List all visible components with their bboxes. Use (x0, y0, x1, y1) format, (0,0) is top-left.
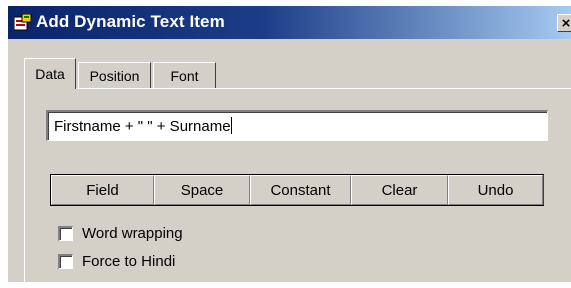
tab-data[interactable]: Data (24, 58, 76, 89)
tab-data-label: Data (35, 66, 65, 82)
close-icon: × (561, 14, 571, 32)
tab-position-label: Position (89, 67, 140, 84)
close-button[interactable]: × (557, 14, 571, 32)
data-tab-panel (24, 88, 571, 288)
title-bar[interactable]: Add Dynamic Text Item × (8, 6, 571, 39)
tab-font-label: Font (170, 67, 199, 84)
dialog-window: Add Dynamic Text Item × Data Position Fo… (7, 5, 571, 288)
tab-position[interactable]: Position (78, 62, 151, 88)
dialog-title: Add Dynamic Text Item (36, 12, 225, 31)
tab-font[interactable]: Font (153, 62, 216, 88)
dialog-app-icon (14, 14, 32, 31)
